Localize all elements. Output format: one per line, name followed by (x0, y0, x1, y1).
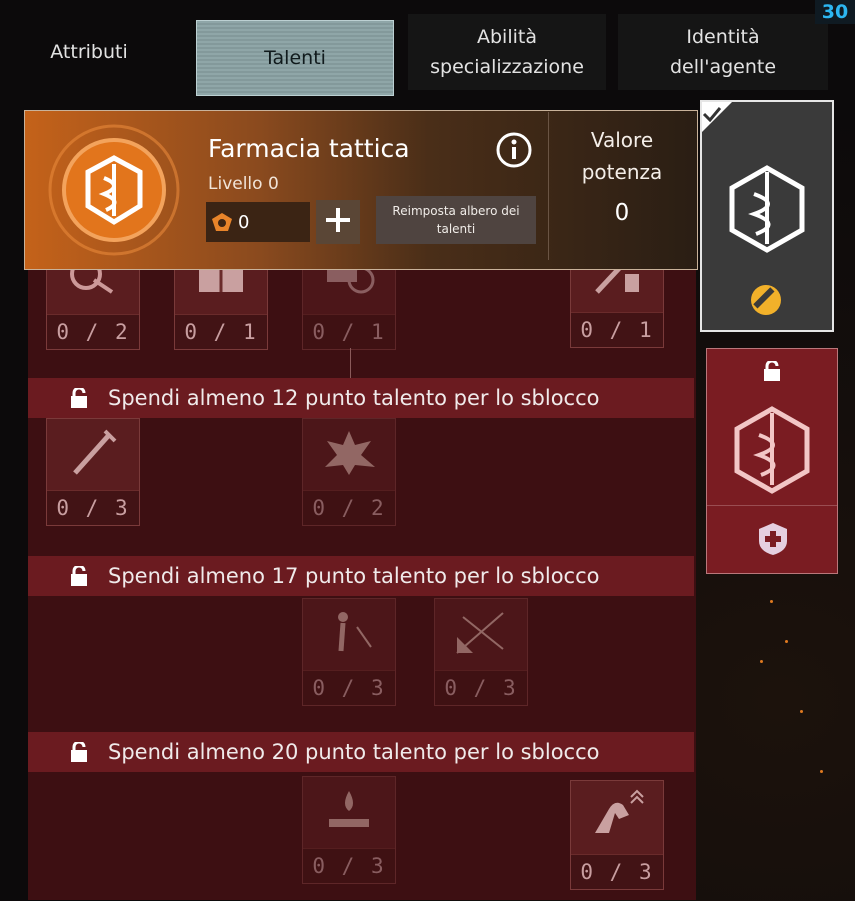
unlock-requirement-text: Spendi almeno 12 punto talento per lo sb… (108, 386, 600, 410)
tab-identita-agente[interactable]: Identità dell'agente (618, 14, 828, 90)
unlock-requirement-text: Spendi almeno 20 punto talento per lo sb… (108, 740, 600, 764)
caduceus-icon (44, 120, 184, 260)
flexed-arm-icon (571, 781, 663, 847)
lock-icon (70, 742, 100, 762)
unlock-requirement-bar: Spendi almeno 17 punto talento per lo sb… (28, 556, 694, 596)
talent-points-value: 0 (238, 211, 250, 233)
tab-abilita-specializzazione[interactable]: Abilità specializzazione (408, 14, 606, 90)
figure-sparks-icon (303, 599, 395, 665)
specialization-title: Farmacia tattica (208, 134, 410, 163)
drops-icon (303, 777, 395, 843)
corner-badge: 30 (815, 0, 855, 24)
burst-icon (435, 599, 527, 665)
tab-attributi[interactable]: Attributi (0, 14, 178, 90)
lock-icon (763, 359, 781, 385)
check-icon (702, 106, 724, 126)
tree-connector (350, 348, 351, 378)
tab-label: Abilità specializzazione (430, 26, 584, 78)
talent-count: 0 / 3 (303, 670, 395, 705)
talent-node[interactable]: 0 / 2 (302, 418, 396, 526)
reset-tree-button[interactable]: Reimposta albero dei talenti (376, 196, 536, 244)
plus-icon (326, 208, 350, 236)
talent-count: 0 / 3 (435, 670, 527, 705)
reset-tree-label: Reimposta albero dei talenti (392, 204, 520, 236)
wrench-gear-icon (746, 280, 786, 324)
talent-node[interactable]: 0 / 3 (434, 598, 528, 706)
specialization-card-selected[interactable] (700, 100, 834, 332)
specialization-level: Livello 0 (208, 174, 279, 194)
info-icon[interactable] (496, 132, 532, 168)
specialization-card-locked[interactable] (706, 348, 838, 574)
particle (760, 660, 763, 663)
tab-label: Attributi (50, 41, 128, 63)
particle (820, 770, 823, 773)
particle (785, 640, 788, 643)
talent-count: 0 / 1 (571, 312, 663, 347)
lock-icon (70, 388, 100, 408)
tab-label: Identità dell'agente (669, 26, 777, 78)
caduceus-icon (722, 158, 812, 262)
talent-node[interactable]: 0 / 3 (46, 418, 140, 526)
unlock-requirement-bar: Spendi almeno 12 punto talento per lo sb… (28, 378, 694, 418)
lock-icon (70, 566, 100, 586)
syringe-icon (47, 419, 139, 485)
explosion-icon (303, 419, 395, 485)
talent-node[interactable]: 0 / 3 (302, 598, 396, 706)
tab-talenti[interactable]: Talenti (196, 20, 394, 96)
talent-point-emblem-icon (210, 211, 234, 233)
talent-count: 0 / 2 (303, 490, 395, 525)
talent-count: 0 / 3 (303, 848, 395, 883)
card-divider (707, 505, 837, 506)
power-value: 0 (614, 200, 630, 226)
talent-count: 0 / 2 (47, 314, 139, 349)
talent-count: 0 / 3 (571, 854, 663, 889)
particle (800, 710, 803, 713)
talent-node[interactable]: 0 / 3 (570, 780, 664, 890)
unlock-requirement-bar: Spendi almeno 20 punto talento per lo sb… (28, 732, 694, 772)
talent-node[interactable]: 0 / 3 (302, 776, 396, 884)
particle (770, 600, 773, 603)
talent-count: 0 / 3 (47, 490, 139, 525)
power-label: Valore potenza (581, 128, 663, 184)
add-points-button[interactable] (316, 200, 360, 244)
caduceus-icon (725, 399, 819, 503)
shield-cross-icon (757, 521, 789, 561)
talent-count: 0 / 1 (303, 314, 395, 349)
unlock-requirement-text: Spendi almeno 17 punto talento per lo sb… (108, 564, 600, 588)
talent-points: 0 (206, 202, 310, 242)
tab-label: Talenti (264, 47, 326, 69)
talent-count: 0 / 1 (175, 314, 267, 349)
